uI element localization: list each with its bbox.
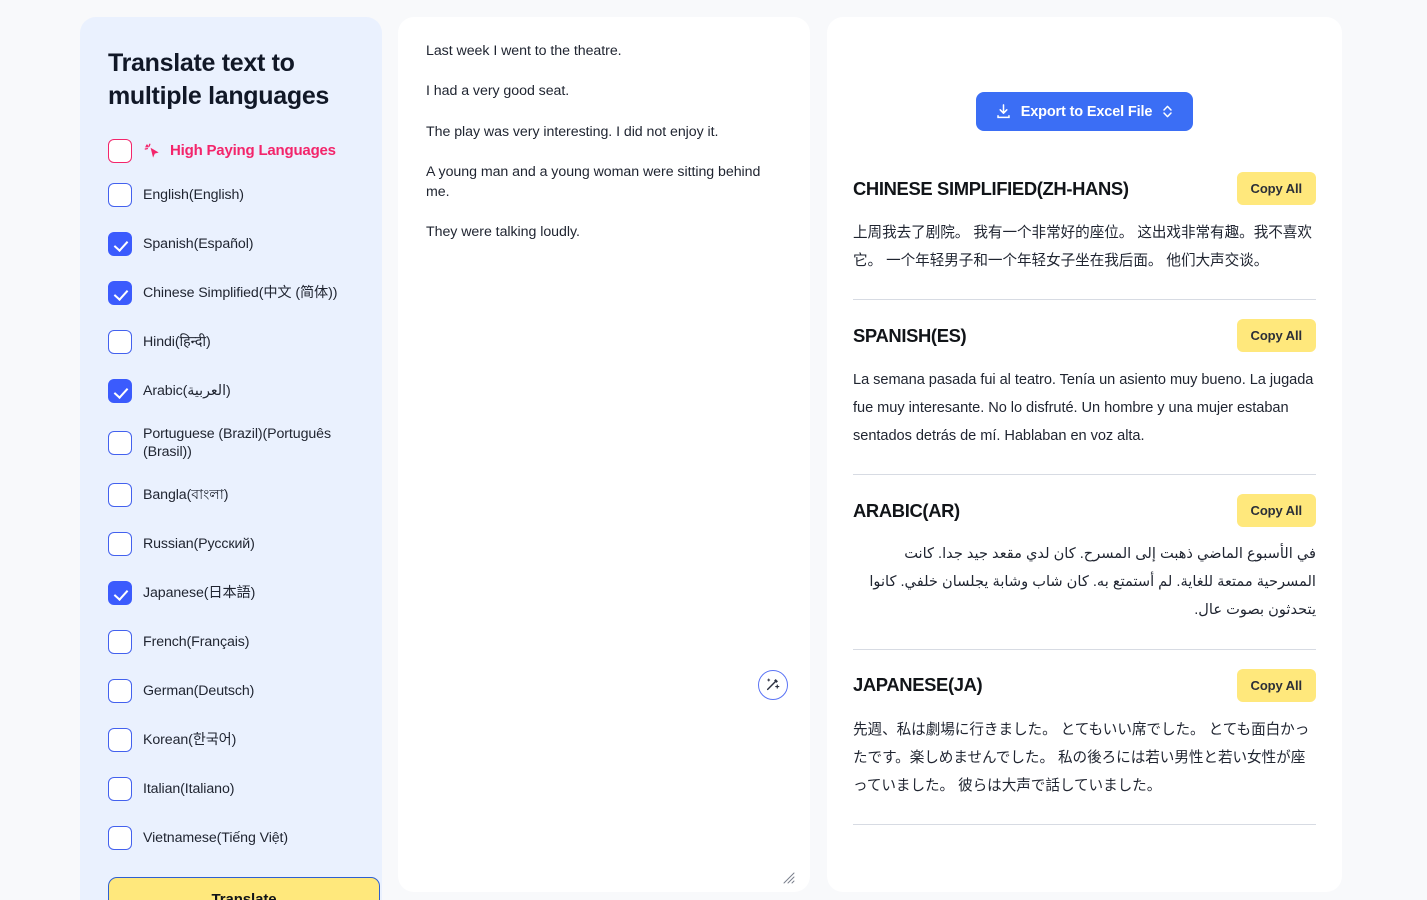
language-selection-sidebar: Translate text to multiple languages Hig… [80,17,382,900]
export-button-label: Export to Excel File [1020,103,1153,120]
sidebar-item-russian[interactable]: Russian(Русский) [108,529,354,559]
sparkle-cursor-icon [143,142,162,161]
checkbox-high-paying-languages[interactable] [108,139,132,163]
sidebar-item-label: Hindi(हिन्दी) [143,333,211,350]
chevron-up-down-icon [1161,104,1174,119]
result-section-spanish: SPANISH(ES) Copy All La semana pasada fu… [853,299,1316,474]
sidebar-item-italian[interactable]: Italian(Italiano) [108,774,354,804]
sidebar-item-french[interactable]: French(Français) [108,627,354,657]
source-line: Last week I went to the theatre. [426,43,622,59]
magic-wand-icon [765,676,781,695]
checkbox-italian[interactable] [108,777,132,802]
sidebar-item-label: German(Deutsch) [143,683,255,700]
result-language-title: ARABIC(AR) [853,499,960,521]
result-translation-text: 先週、私は劇場に行きました。 とてもいい席でした。 とても面白かったです。楽しめ… [853,721,1310,794]
result-header: JAPANESE(JA) Copy All [853,650,1316,716]
source-line: The play was very interesting. I did not… [426,123,719,140]
sidebar-item-bangla[interactable]: Bangla(বাংলা) [108,480,354,510]
checkbox-japanese[interactable] [108,581,132,606]
export-to-excel-button[interactable]: Export to Excel File [975,92,1194,131]
result-language-title: CHINESE SIMPLIFIED(ZH-HANS) [853,177,1129,199]
sidebar-item-japanese[interactable]: Japanese(日本語) [108,578,354,608]
translate-button[interactable]: Translate [108,877,380,900]
export-toolbar: Export to Excel File [853,17,1316,153]
sidebar-item-german[interactable]: German(Deutsch) [108,676,354,706]
copy-all-button[interactable]: Copy All [1236,319,1316,353]
source-line: They were talking loudly. [426,224,580,241]
source-textarea[interactable]: Last week I went to the theatre. I had a… [426,41,784,852]
download-icon [995,103,1012,120]
language-list: High Paying Languages English(English) S… [108,136,354,853]
checkbox-hindi[interactable] [108,330,132,354]
result-header: CHINESE SIMPLIFIED(ZH-HANS) Copy All [853,153,1316,219]
checkbox-portuguese-brazil[interactable] [108,431,132,456]
translator-app: Translate text to multiple languages Hig… [0,0,1427,900]
sidebar-item-english[interactable]: English(English) [108,180,354,210]
sidebar-item-label: Vietnamese(Tiếng Việt) [143,830,289,847]
sidebar-item-label: Portuguese (Brazil)(Português (Brasil)) [143,426,331,461]
result-translation-text: 上周我去了剧院。 我有一个非常好的座位。 这出戏非常有趣。我不喜欢它。 一个年轻… [853,225,1312,270]
sidebar-item-label: Bangla(বাংলা) [143,487,229,504]
sidebar-item-label: Russian(Русский) [143,536,255,553]
result-language-title: JAPANESE(JA) [853,674,983,696]
sidebar-item-label: French(Français) [143,634,250,651]
sidebar-item-label: Arabic(العربية) [143,382,231,399]
sidebar-item-label: High Paying Languages [170,142,336,160]
result-section-chinese-simplified: CHINESE SIMPLIFIED(ZH-HANS) Copy All 上周我… [853,153,1316,299]
sidebar-item-label: Spanish(Español) [143,235,254,252]
checkbox-bangla[interactable] [108,483,132,508]
checkbox-english[interactable] [108,183,132,207]
checkbox-french[interactable] [108,630,132,655]
sidebar-item-arabic[interactable]: Arabic(العربية) [108,376,354,406]
sidebar-item-vietnamese[interactable]: Vietnamese(Tiếng Việt) [108,823,354,853]
copy-all-button[interactable]: Copy All [1236,494,1316,528]
magic-wand-icon-button[interactable] [758,670,788,700]
sidebar-item-spanish[interactable]: Spanish(Español) [108,229,354,259]
result-language-title: SPANISH(ES) [853,324,967,346]
source-line: A young man and a young woman were sitti… [426,163,761,201]
checkbox-spanish[interactable] [108,232,132,256]
result-translation-text: La semana pasada fui al teatro. Tenía un… [853,372,1314,445]
sidebar-item-high-paying-languages[interactable]: High Paying Languages [108,136,354,166]
translation-results-panel: Export to Excel File CHINESE SIMPLIFIED(… [827,17,1342,892]
checkbox-chinese-simplified[interactable] [108,281,132,305]
resize-handle-icon[interactable] [783,871,795,884]
result-header: ARABIC(AR) Copy All [853,475,1316,541]
sidebar-item-portuguese-brazil[interactable]: Portuguese (Brazil)(Português (Brasil)) [108,425,354,461]
checkbox-vietnamese[interactable] [108,826,132,851]
result-section-arabic: ARABIC(AR) Copy All في الأسبوع الماضي ذه… [853,474,1316,648]
result-translation-text: في الأسبوع الماضي ذهبت إلى المسرح. كان ل… [869,546,1316,618]
checkbox-arabic[interactable] [108,379,132,403]
result-header: SPANISH(ES) Copy All [853,300,1316,366]
checkbox-german[interactable] [108,679,132,704]
checkbox-korean[interactable] [108,728,132,753]
copy-all-button[interactable]: Copy All [1236,668,1316,702]
source-text-panel: Last week I went to the theatre. I had a… [398,17,810,892]
page-title: Translate text to multiple languages [108,49,330,110]
checkbox-russian[interactable] [108,532,132,557]
sidebar-item-hindi[interactable]: Hindi(हिन्दी) [108,327,354,357]
sidebar-item-korean[interactable]: Korean(한국어) [108,725,354,755]
sidebar-item-label: English(English) [143,186,244,203]
sidebar-item-label: Italian(Italiano) [143,781,235,798]
sidebar-item-label: Korean(한국어) [143,732,237,749]
source-line: I had a very good seat. [426,83,570,100]
copy-all-button[interactable]: Copy All [1236,172,1316,205]
result-section-japanese: JAPANESE(JA) Copy All 先週、私は劇場に行きました。 とても… [853,648,1316,825]
sidebar-item-chinese-simplified[interactable]: Chinese Simplified(中文 (简体)) [108,278,354,308]
sidebar-item-label: Japanese(日本語) [143,585,256,602]
sidebar-item-label: Chinese Simplified(中文 (简体)) [143,284,338,301]
